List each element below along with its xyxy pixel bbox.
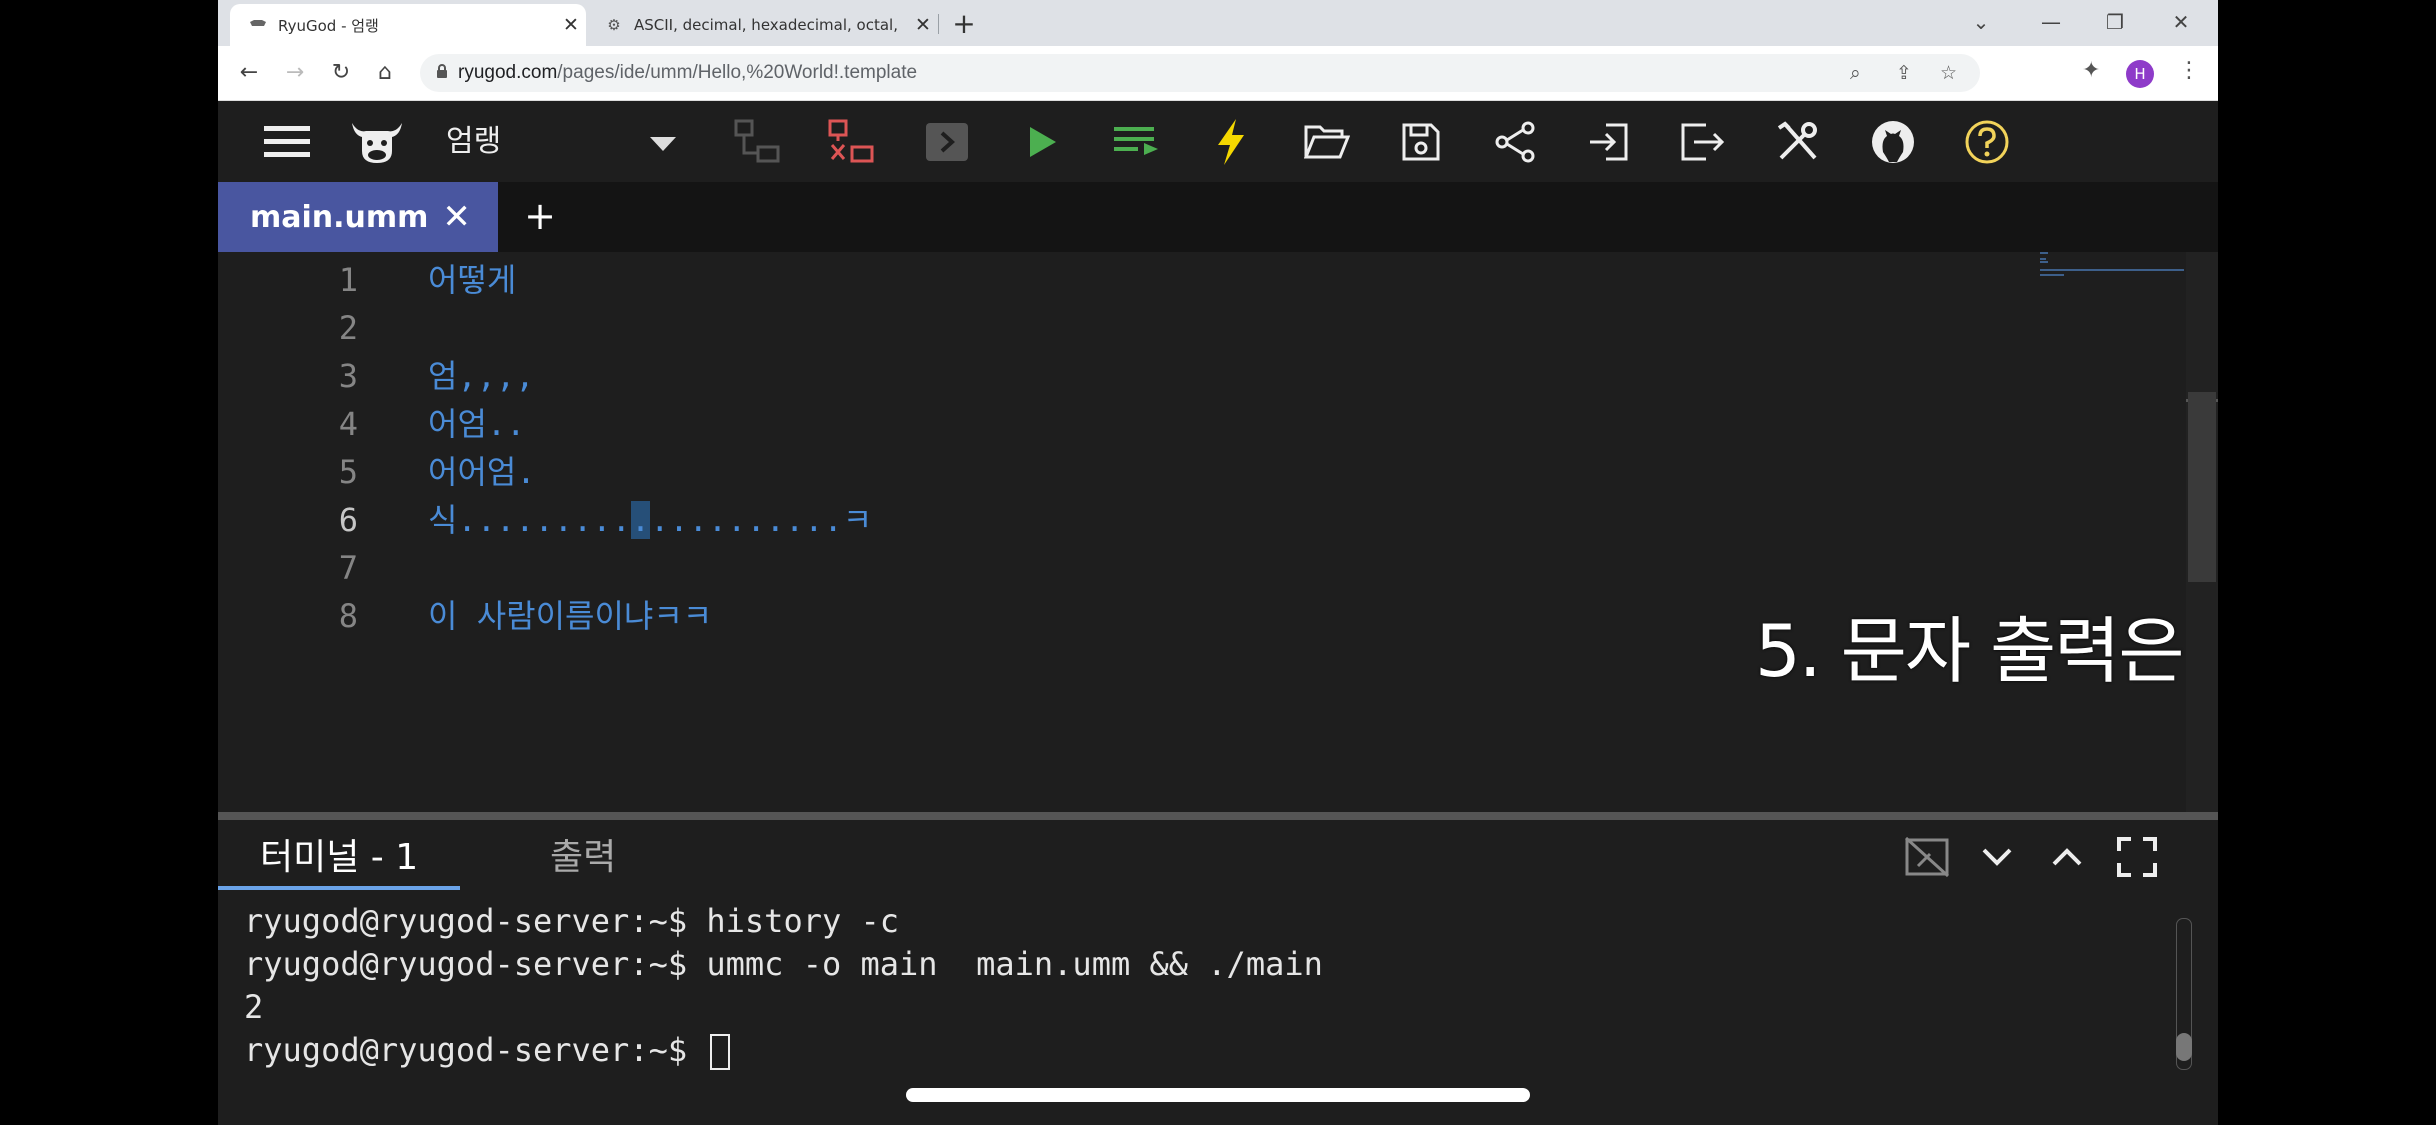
fullscreen-icon[interactable]: [2112, 832, 2162, 882]
line-number: 8: [338, 597, 358, 635]
terminal-line: 2: [244, 988, 264, 1026]
zoom-icon[interactable]: ⌕: [1850, 54, 1861, 92]
line-number: 3: [338, 357, 358, 395]
tab-search-chevron-icon[interactable]: ⌄: [1958, 4, 2004, 40]
code-line: 7: [218, 544, 2178, 592]
stop-debug-icon[interactable]: [824, 115, 878, 169]
save-icon[interactable]: [1394, 115, 1448, 169]
language-select-value: 엄랭: [446, 124, 502, 159]
home-button[interactable]: ⌂: [370, 58, 400, 88]
menu-icon[interactable]: [260, 115, 314, 169]
github-icon[interactable]: [1866, 115, 1920, 169]
code-editor[interactable]: 1 어떻게 2 3 엄,,,, 4 어엄.. 5 어어엄. 6 식.......…: [218, 252, 2218, 812]
terminal-line: ryugod@ryugod-server:~$ ummc -o main mai…: [244, 945, 1323, 983]
terminal-prompt: ryugod@ryugod-server:~$: [244, 1031, 707, 1069]
profile-avatar[interactable]: H: [2126, 60, 2154, 88]
settings-tools-icon[interactable]: [1770, 115, 1824, 169]
code-line: 1 어떻게: [218, 256, 2178, 304]
reload-button[interactable]: ↻: [326, 58, 356, 88]
extensions-puzzle-icon[interactable]: ✦: [2082, 58, 2100, 83]
code-line: 3 엄,,,,: [218, 352, 2178, 400]
language-select[interactable]: 엄랭: [440, 117, 686, 167]
terminal-prompt-line: ryugod@ryugod-server:~$: [244, 1029, 2174, 1072]
terminal-scroll-thumb[interactable]: [2176, 1033, 2192, 1061]
omnibox[interactable]: ryugod.com/pages/ide/umm/Hello,%20World!…: [420, 54, 1980, 92]
close-window-button[interactable]: ✕: [2158, 4, 2204, 40]
line-number: 5: [338, 453, 358, 491]
app-window: RyuGod - 엄랭 ✕ ⚙ ASCII, decimal, hexadeci…: [218, 0, 2218, 1125]
browser-tab-ascii[interactable]: ⚙ ASCII, decimal, hexadecimal, octal, ✕: [586, 4, 938, 46]
editor-scrollbar[interactable]: [2186, 252, 2218, 812]
code-line-active: 6 식....................ㅋ: [218, 496, 2178, 544]
line-number: 1: [338, 261, 358, 299]
terminal-output[interactable]: ryugod@ryugod-server:~$ history -c ryugod…: [244, 900, 2174, 1072]
help-icon[interactable]: [1960, 115, 2014, 169]
home-indicator: [906, 1088, 1530, 1102]
editor-tab-main-umm[interactable]: main.umm ✕: [218, 182, 498, 252]
browser-tab-title: RyuGod - 엄랭: [278, 16, 379, 35]
line-number: 6: [338, 501, 358, 539]
code-text: 어떻게: [428, 261, 517, 299]
gear-favicon-icon: ⚙: [607, 16, 621, 34]
code-text: 어엄..: [428, 405, 526, 443]
code-line: 2: [218, 304, 2178, 352]
close-tab-icon[interactable]: ✕: [908, 14, 938, 36]
address-bar-row: ← → ↻ ⌂ ryugod.com/pages/ide/umm/Hello,%…: [218, 46, 2218, 101]
lock-icon: [437, 64, 447, 78]
close-tab-icon[interactable]: ✕: [556, 14, 586, 36]
terminal-panel: 터미널 - 1 출력 ryugod@ryugod-server:~$ histo…: [218, 820, 2218, 1125]
code-line: 5 어어엄.: [218, 448, 2178, 496]
back-button[interactable]: ←: [234, 58, 264, 88]
line-number: 4: [338, 405, 358, 443]
forward-button[interactable]: →: [280, 58, 310, 88]
video-caption-overlay: 5. 문자 출력은: [1755, 609, 2185, 693]
editor-tab-bar: main.umm ✕ +: [218, 182, 2218, 252]
tab-terminal-1[interactable]: 터미널 - 1: [218, 830, 461, 890]
code-text: 식....................ㅋ: [428, 501, 873, 539]
code-text: 엄,,,,: [428, 357, 535, 395]
minimap[interactable]: [2040, 252, 2184, 280]
browser-tab-title: ASCII, decimal, hexadecimal, octal,: [634, 16, 898, 34]
url-text: ryugod.com/pages/ide/umm/Hello,%20World!…: [458, 62, 918, 83]
browser-menu-icon[interactable]: ⋮: [2178, 58, 2200, 83]
editor-scroll-thumb[interactable]: [2188, 392, 2216, 582]
ide-toolbar: 엄랭: [218, 101, 2218, 182]
add-file-button[interactable]: +: [518, 194, 562, 238]
format-icon[interactable]: [1110, 115, 1164, 169]
selection-highlight: .: [630, 501, 651, 539]
cow-logo-icon: [350, 115, 404, 169]
share-icon[interactable]: [1488, 115, 1542, 169]
chevron-up-icon[interactable]: [2042, 832, 2092, 882]
open-folder-icon[interactable]: [1300, 115, 1354, 169]
chevron-down-icon: [650, 137, 676, 151]
share-page-icon[interactable]: ⇪: [1896, 54, 1912, 92]
export-icon[interactable]: [1676, 115, 1730, 169]
clear-terminal-icon[interactable]: [1902, 832, 1952, 882]
minimize-button[interactable]: —: [2028, 4, 2074, 40]
browser-tab-ryugod[interactable]: RyuGod - 엄랭 ✕: [230, 4, 586, 46]
import-icon[interactable]: [1582, 115, 1636, 169]
terminal-cursor: [710, 1034, 731, 1070]
restore-button[interactable]: ❐: [2092, 4, 2138, 40]
browser-tab-strip: RyuGod - 엄랭 ✕ ⚙ ASCII, decimal, hexadeci…: [218, 0, 2218, 46]
code-text: 어어엄.: [428, 453, 536, 491]
code-line: 4 어엄..: [218, 400, 2178, 448]
console-icon[interactable]: [920, 115, 974, 169]
code-text: 이 사람이름이냐ㅋㅋ: [428, 597, 713, 635]
debug-icon[interactable]: [730, 115, 784, 169]
cow-favicon-icon: [246, 16, 270, 34]
chevron-down-icon[interactable]: [1972, 832, 2022, 882]
line-number: 2: [338, 309, 358, 347]
compile-lightning-icon[interactable]: [1204, 115, 1258, 169]
tab-output[interactable]: 출력: [550, 830, 616, 886]
new-tab-button[interactable]: +: [946, 6, 982, 42]
close-file-icon[interactable]: ✕: [442, 197, 471, 237]
panel-resize-sash[interactable]: [218, 812, 2218, 820]
tab-separator: [938, 14, 939, 34]
editor-tab-label: main.umm: [250, 199, 429, 235]
line-number: 7: [338, 549, 358, 587]
terminal-line: ryugod@ryugod-server:~$ history -c: [244, 902, 900, 940]
bookmark-star-icon[interactable]: ☆: [1940, 54, 1957, 92]
run-icon[interactable]: [1016, 115, 1070, 169]
